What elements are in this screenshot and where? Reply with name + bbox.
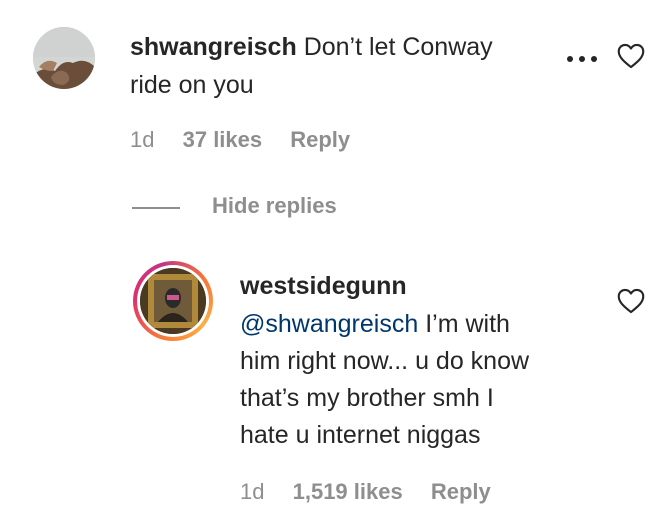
comment-username[interactable]: shwangreisch [130, 33, 297, 61]
reply-body-line4: hate u internet niggas [240, 421, 481, 449]
avatar-shwangreisch[interactable] [33, 27, 95, 89]
comment-text: shwangreisch Don’t let Conway ride on yo… [130, 28, 550, 104]
heart-icon[interactable] [617, 288, 645, 314]
comment-reply-button[interactable]: Reply [290, 127, 350, 153]
reply-body-line1: I’m with [425, 310, 510, 338]
heart-icon[interactable] [617, 43, 645, 69]
reply-likes[interactable]: 1,519 likes [293, 479, 403, 505]
hide-replies-button[interactable]: Hide replies [212, 193, 337, 219]
comment-meta: 1d 37 likes Reply [130, 127, 372, 153]
avatar-photo [140, 268, 206, 334]
reply-meta: 1d 1,519 likes Reply [240, 479, 513, 505]
reply-text: @shwangreisch I’m with him right now... … [240, 306, 600, 454]
comment-body-line2: ride on you [130, 71, 254, 99]
comment-body-line1: Don’t let Conway [303, 33, 493, 61]
comment-time[interactable]: 1d [130, 127, 154, 153]
replies-divider [132, 207, 180, 209]
reply-reply-button[interactable]: Reply [431, 479, 491, 505]
reply-body-line2: him right now... u do know [240, 347, 530, 375]
avatar-photo [33, 27, 95, 89]
reply-body-line3: that’s my brother smh I [240, 384, 494, 412]
reply-time[interactable]: 1d [240, 479, 264, 505]
reply-username[interactable]: westsidegunn [240, 272, 407, 301]
comment-likes[interactable]: 37 likes [183, 127, 263, 153]
more-options-icon[interactable] [564, 50, 600, 68]
reply-mention[interactable]: @shwangreisch [240, 310, 418, 338]
reply-line1: @shwangreisch I’m with [240, 306, 600, 343]
avatar-westsidegunn[interactable] [133, 261, 213, 341]
avatar-ring-gap [137, 265, 209, 337]
